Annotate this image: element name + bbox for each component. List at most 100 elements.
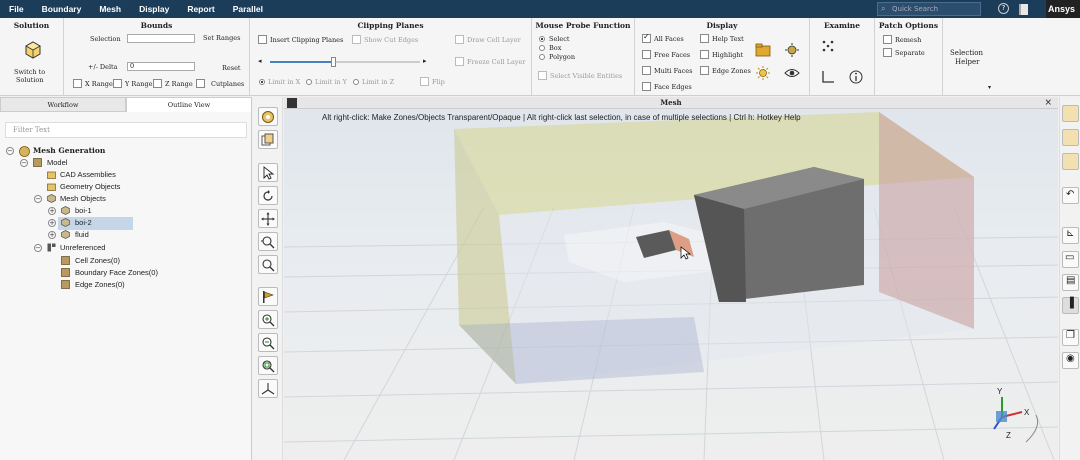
tree-boi-2[interactable]: boi-2	[75, 217, 92, 229]
zoom-in-button[interactable]	[258, 310, 278, 329]
tree-geometry-objects[interactable]: Geometry Objects	[60, 181, 120, 193]
z-range-checkbox[interactable]	[153, 79, 162, 88]
slider-left-arrow[interactable]: ◂	[258, 57, 262, 65]
menu-mesh[interactable]: Mesh	[90, 4, 130, 14]
freeze-cell-layer-checkbox[interactable]	[455, 57, 464, 66]
help-icon[interactable]: ?	[998, 3, 1009, 14]
tree-collapse-icon[interactable]: −	[20, 159, 28, 167]
select-visible-checkbox[interactable]	[538, 71, 547, 80]
switch-to-solution-icon[interactable]	[24, 40, 42, 60]
tree-cell-zones[interactable]: Cell Zones(0)	[75, 255, 120, 267]
limit-z-radio[interactable]	[353, 79, 359, 85]
rotate-button[interactable]	[258, 186, 278, 205]
free-faces-checkbox[interactable]	[642, 50, 651, 59]
insert-clipping-checkbox[interactable]	[258, 35, 267, 44]
separate-checkbox[interactable]	[883, 48, 892, 57]
menu-file[interactable]: File	[0, 4, 33, 14]
graphics-viewport[interactable]: Y X Z Mesh × Alt right-click: Make Zones…	[284, 97, 1058, 460]
reset-button[interactable]: Reset	[222, 64, 241, 72]
selection-field[interactable]	[127, 34, 195, 43]
book-icon[interactable]	[1019, 4, 1028, 15]
all-faces-checkbox[interactable]	[642, 32, 651, 43]
help-text-checkbox[interactable]	[700, 34, 709, 43]
menu-report[interactable]: Report	[178, 4, 223, 14]
flip-checkbox[interactable]	[420, 77, 429, 86]
tree-collapse-icon[interactable]: −	[34, 195, 42, 203]
pan-button[interactable]	[258, 209, 278, 228]
switch-label-2[interactable]: Solution	[16, 76, 43, 84]
x-range-checkbox[interactable]	[73, 79, 82, 88]
solid-display-button[interactable]	[1062, 153, 1079, 170]
tree-fluid[interactable]: fluid	[75, 229, 89, 241]
tab-workflow[interactable]: Workflow	[0, 97, 126, 112]
limit-y-radio[interactable]	[306, 79, 312, 85]
report-button[interactable]: ▤	[1062, 274, 1079, 291]
slider-button[interactable]: ▭	[1062, 251, 1079, 268]
selection-helper-label-2[interactable]: Helper	[955, 58, 979, 66]
cutplanes-checkbox[interactable]	[196, 79, 205, 88]
mesh-scene[interactable]: Y X Z	[284, 97, 1058, 460]
probe-select-radio[interactable]	[539, 36, 545, 42]
sun-icon[interactable]	[755, 65, 771, 81]
quick-search-input[interactable]: ⌕ Quick Search	[877, 2, 981, 16]
set-ranges-button[interactable]: Set Ranges	[203, 34, 240, 42]
layout-button[interactable]: ▐	[1062, 297, 1079, 314]
multi-faces-checkbox[interactable]	[642, 66, 651, 75]
tree-expand-icon[interactable]: +	[48, 219, 56, 227]
undo-view-button[interactable]: ↶	[1062, 187, 1079, 204]
tree-boi-1[interactable]: boi-1	[75, 205, 92, 217]
pointer-shape-button[interactable]	[1062, 129, 1079, 146]
tree-expand-icon[interactable]: +	[48, 207, 56, 215]
close-viewport-icon[interactable]: ×	[1044, 97, 1052, 109]
tree-model[interactable]: Model	[47, 157, 67, 169]
y-range-checkbox[interactable]	[113, 79, 122, 88]
clipping-slider-track[interactable]	[270, 57, 420, 67]
zoom-to-fit-button[interactable]	[258, 255, 278, 274]
node-points-icon[interactable]	[820, 38, 836, 54]
orient-button[interactable]	[258, 107, 278, 126]
probe-polygon-radio[interactable]	[539, 54, 545, 60]
tab-outline-view[interactable]: Outline View	[126, 97, 252, 112]
ribbon-expand-icon[interactable]: ▾	[988, 84, 991, 91]
angle-icon[interactable]	[820, 69, 836, 85]
tree-mesh-objects[interactable]: Mesh Objects	[60, 193, 106, 205]
tree-root[interactable]: Mesh Generation	[33, 145, 105, 157]
plot-button[interactable]: ⊾	[1062, 227, 1079, 244]
light-settings-icon[interactable]	[784, 42, 800, 58]
tree-boundary-face-zones[interactable]: Boundary Face Zones(0)	[75, 267, 158, 279]
draw-cell-layer-checkbox[interactable]	[455, 35, 464, 44]
zoom-out-button[interactable]	[258, 333, 278, 352]
surface-display-button[interactable]	[1062, 105, 1079, 122]
show-cut-edges-checkbox[interactable]	[352, 35, 361, 44]
tree-expand-icon[interactable]: +	[48, 231, 56, 239]
tree-collapse-icon[interactable]: −	[34, 244, 42, 252]
face-edges-checkbox[interactable]	[642, 82, 651, 91]
axes-button[interactable]	[258, 379, 278, 398]
tree-collapse-icon[interactable]: −	[6, 147, 14, 155]
tree-edge-zones[interactable]: Edge Zones(0)	[75, 279, 125, 291]
switch-label-1[interactable]: Switch to	[14, 68, 45, 76]
slider-right-arrow[interactable]: ▸	[423, 57, 427, 65]
zoom-box-button[interactable]	[258, 356, 278, 375]
tree-unreferenced[interactable]: Unreferenced	[60, 242, 105, 254]
delta-field[interactable]: 0	[127, 62, 195, 71]
edge-zones-checkbox[interactable]	[700, 66, 709, 75]
zoom-dynamic-button[interactable]	[258, 232, 278, 251]
clipping-slider-thumb[interactable]	[331, 57, 336, 67]
menu-display[interactable]: Display	[130, 4, 178, 14]
copy-view-button[interactable]	[258, 130, 278, 149]
probe-box-radio[interactable]	[539, 45, 545, 51]
record-button[interactable]: ◉	[1062, 352, 1079, 369]
remesh-checkbox[interactable]	[883, 35, 892, 44]
filter-text-input[interactable]: Filter Text	[5, 122, 247, 138]
limit-x-radio[interactable]	[259, 79, 265, 85]
display-flag-button[interactable]	[258, 287, 278, 306]
select-pointer-button[interactable]	[258, 163, 278, 182]
highlight-checkbox[interactable]	[700, 50, 709, 59]
tree-cad-assemblies[interactable]: CAD Assemblies	[60, 169, 116, 181]
menu-boundary[interactable]: Boundary	[33, 4, 91, 14]
menu-parallel[interactable]: Parallel	[224, 4, 272, 14]
info-icon[interactable]	[848, 69, 864, 85]
eye-icon[interactable]	[784, 65, 800, 81]
copy-button[interactable]: ❐	[1062, 329, 1079, 346]
